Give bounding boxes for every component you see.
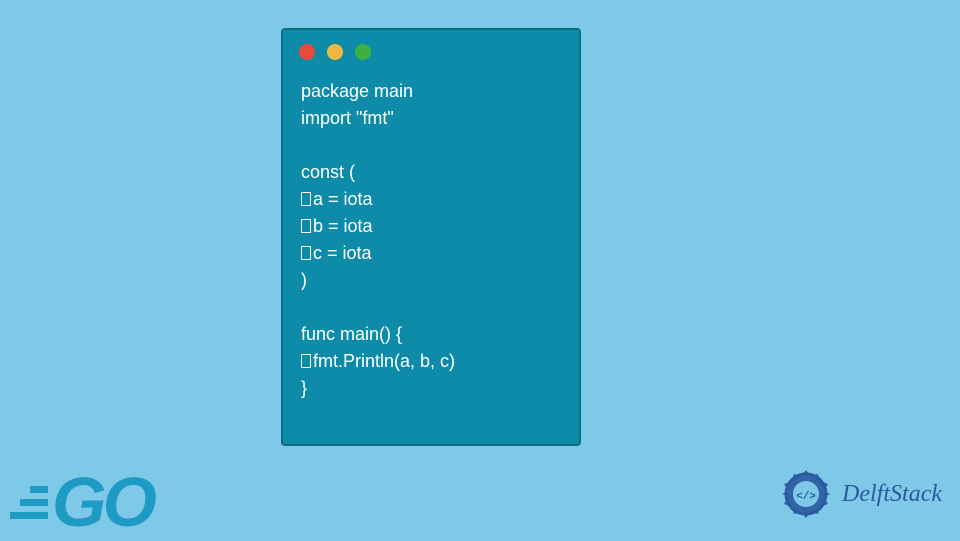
code-text: c = iota xyxy=(313,243,372,263)
code-line: import "fmt" xyxy=(301,105,561,132)
window-controls xyxy=(283,30,579,68)
delftstack-text: DelftStack xyxy=(842,481,942,508)
code-line: package main xyxy=(301,78,561,105)
close-dot-icon xyxy=(299,44,315,60)
code-line: ) xyxy=(301,267,561,294)
blank-line xyxy=(301,132,561,159)
code-line: func main() { xyxy=(301,321,561,348)
blank-line xyxy=(301,294,561,321)
go-speed-lines-icon xyxy=(10,486,48,519)
code-line: fmt.Println(a, b, c) xyxy=(301,348,561,375)
code-line: a = iota xyxy=(301,186,561,213)
maximize-dot-icon xyxy=(355,44,371,60)
minimize-dot-icon xyxy=(327,44,343,60)
code-line: b = iota xyxy=(301,213,561,240)
delftstack-branding: </> DelftStack xyxy=(778,466,942,522)
code-window: package main import "fmt" const ( a = io… xyxy=(281,28,581,446)
code-content: package main import "fmt" const ( a = io… xyxy=(283,68,579,412)
code-line: c = iota xyxy=(301,240,561,267)
svg-text:</>: </> xyxy=(796,491,816,503)
go-logo: GO xyxy=(10,474,153,530)
code-line: const ( xyxy=(301,159,561,186)
code-text: a = iota xyxy=(313,189,373,209)
delftstack-logo-icon: </> xyxy=(778,466,834,522)
code-text: fmt.Println(a, b, c) xyxy=(313,351,455,371)
go-logo-text: GO xyxy=(52,474,153,530)
code-text: b = iota xyxy=(313,216,373,236)
code-line: } xyxy=(301,375,561,402)
